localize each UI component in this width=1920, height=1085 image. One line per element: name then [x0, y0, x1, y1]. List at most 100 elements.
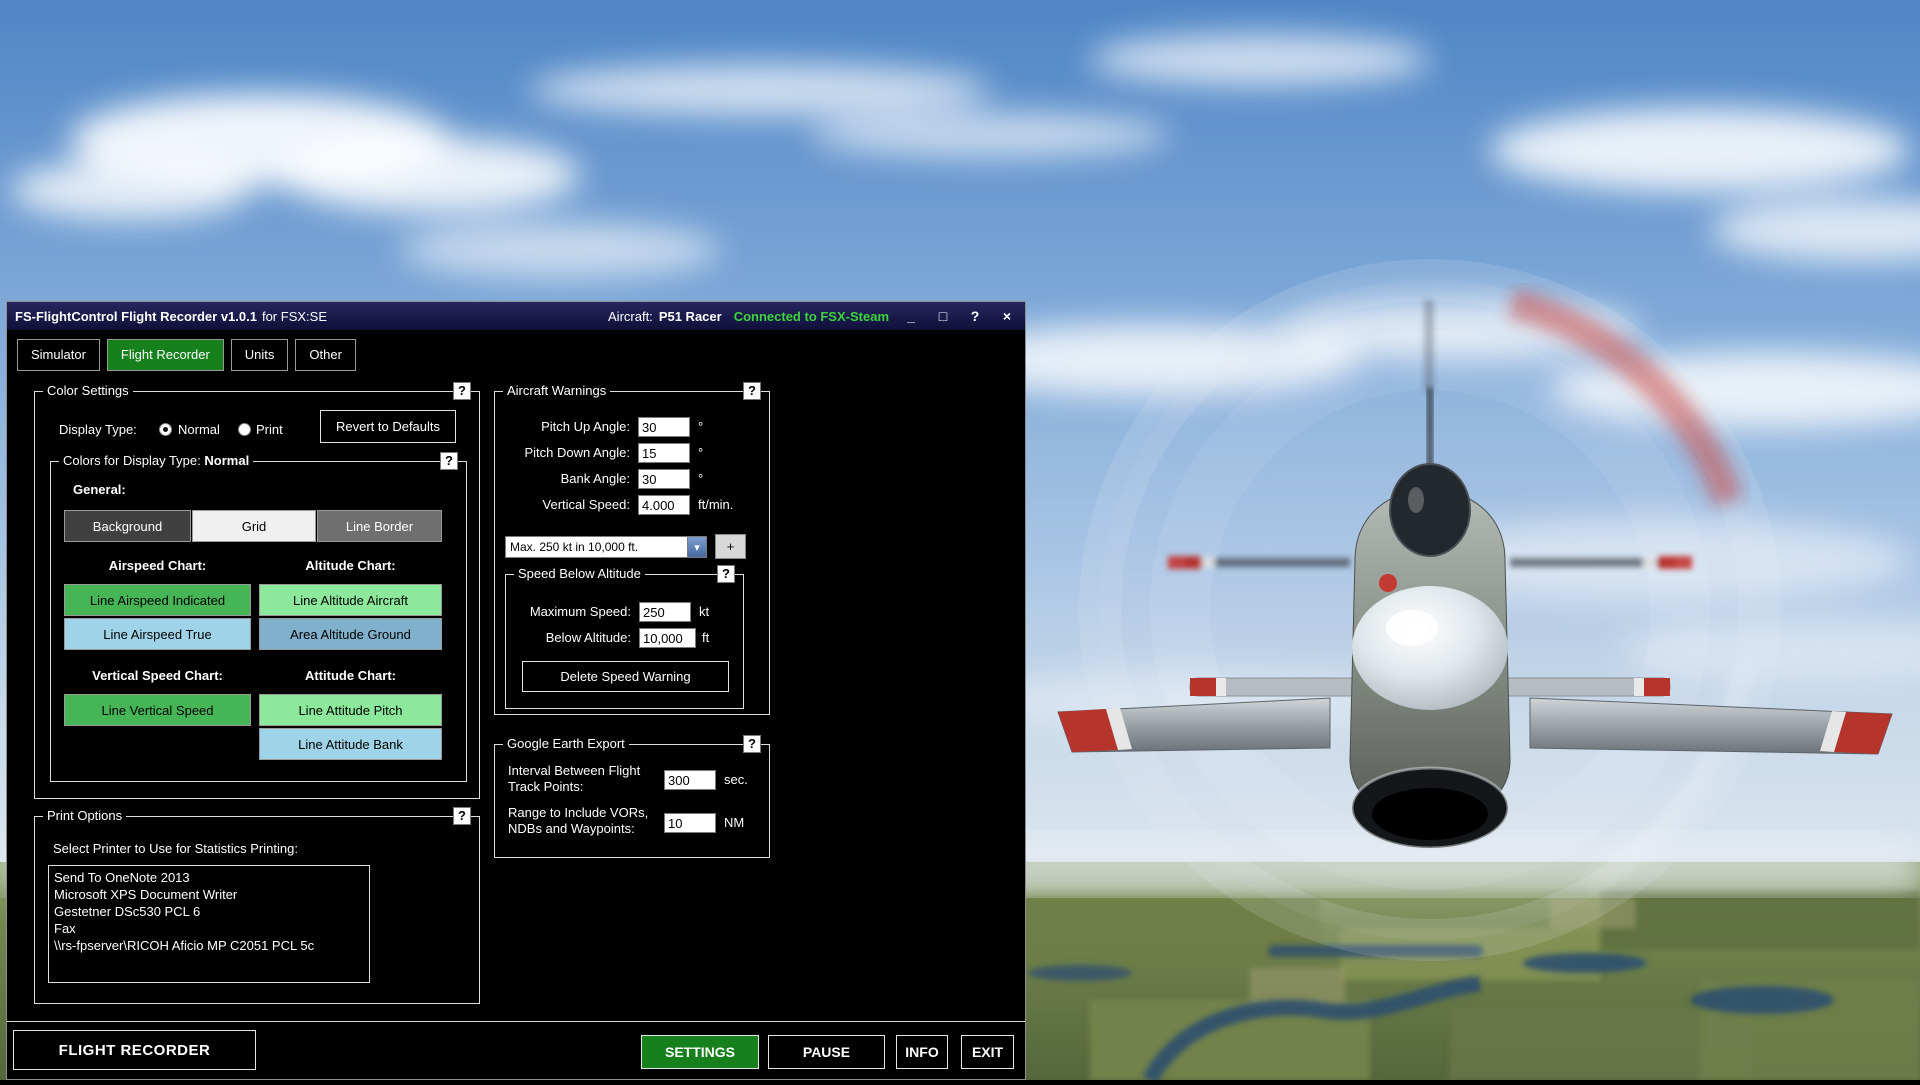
aircraft-warnings-help-icon[interactable]: ? [743, 382, 761, 400]
add-speed-warning-button[interactable]: + [715, 534, 746, 559]
speed-warning-select[interactable]: Max. 250 kt in 10,000 ft. ▾ [505, 536, 707, 558]
connection-status: Connected to FSX-Steam [733, 308, 889, 324]
radio-normal-label[interactable]: Normal [178, 422, 220, 437]
pitch-down-angle-unit: ° [698, 445, 704, 460]
aircraft-label: Aircraft: [608, 308, 653, 324]
color-area-altitude-ground-button[interactable]: Area Altitude Ground [259, 618, 442, 650]
aircraft-warnings-group: Aircraft Warnings ? Pitch Up Angle: ° Pi… [494, 382, 770, 715]
window-title: FS-FlightControl Flight Recorder v1.0.1 [15, 308, 257, 324]
flight-recorder-button[interactable]: FLIGHT RECORDER [13, 1030, 256, 1070]
pitch-down-angle-label: Pitch Down Angle: [524, 445, 630, 460]
exit-button[interactable]: EXIT [961, 1035, 1014, 1069]
titlebar-right: Aircraft: P51 Racer Connected to FSX-Ste… [608, 308, 1017, 324]
print-options-help-icon[interactable]: ? [453, 807, 471, 825]
color-settings-help-icon[interactable]: ? [453, 382, 471, 400]
flight-recorder-window: FS-FlightControl Flight Recorder v1.0.1 … [6, 301, 1026, 1080]
pitch-down-angle-input[interactable] [638, 443, 690, 463]
color-line-border-button[interactable]: Line Border [317, 510, 442, 542]
footer-bar: FLIGHT RECORDER SETTINGS PAUSE INFO EXIT [7, 1021, 1025, 1079]
pitch-up-angle-unit: ° [698, 419, 704, 434]
color-line-airspeed-true-button[interactable]: Line Airspeed True [64, 618, 251, 650]
titlebar: FS-FlightControl Flight Recorder v1.0.1 … [7, 302, 1025, 330]
printer-list-item[interactable]: Fax [54, 920, 364, 937]
vertical-speed-input[interactable] [638, 495, 690, 515]
attitude-chart-label: Attitude Chart: [305, 668, 396, 683]
print-options-title: Print Options [43, 808, 127, 823]
close-button[interactable]: × [997, 308, 1017, 324]
color-line-attitude-bank-button[interactable]: Line Attitude Bank [259, 728, 442, 760]
pitch-up-angle-label: Pitch Up Angle: [541, 419, 630, 434]
chevron-down-icon[interactable]: ▾ [687, 537, 706, 557]
airspeed-chart-label: Airspeed Chart: [108, 558, 207, 573]
printer-list-item[interactable]: Microsoft XPS Document Writer [54, 886, 364, 903]
color-line-airspeed-indicated-button[interactable]: Line Airspeed Indicated [64, 584, 251, 616]
pitch-up-angle-input[interactable] [638, 417, 690, 437]
interval-unit: sec. [724, 772, 748, 787]
delete-speed-warning-button[interactable]: Delete Speed Warning [522, 661, 729, 692]
color-line-vertical-speed-button[interactable]: Line Vertical Speed [64, 694, 251, 726]
printer-list-item[interactable]: Send To OneNote 2013 [54, 869, 364, 886]
interval-label: Interval Between Flight Track Points: [508, 763, 641, 794]
aircraft-value: P51 Racer [658, 308, 722, 324]
below-altitude-label: Below Altitude: [545, 630, 631, 645]
aircraft-warnings-title: Aircraft Warnings [503, 383, 611, 398]
maximum-speed-input[interactable] [639, 602, 691, 622]
below-altitude-input[interactable] [639, 628, 696, 648]
range-label: Range to Include VORs, NDBs and Waypoint… [508, 805, 649, 836]
colors-for-display-type-group: Colors for Display Type: Normal ? Genera… [50, 452, 467, 782]
speed-below-altitude-group: Speed Below Altitude ? Maximum Speed: kt… [505, 565, 744, 709]
pause-button[interactable]: PAUSE [768, 1035, 885, 1069]
speed-below-altitude-title: Speed Below Altitude [514, 566, 645, 581]
maximize-button[interactable]: □ [933, 308, 953, 324]
tabbar: Simulator Flight Recorder Units Other [17, 339, 356, 371]
tab-units[interactable]: Units [230, 339, 289, 371]
tab-other[interactable]: Other [295, 339, 356, 371]
colors-group-title-text: Colors for Display Type: [63, 453, 201, 468]
range-unit: NM [724, 815, 745, 830]
printer-list-item[interactable]: \\rs-fpserver\RICOH Aficio MP C2051 PCL … [54, 937, 364, 954]
maximum-speed-label: Maximum Speed: [529, 604, 631, 619]
settings-button[interactable]: SETTINGS [641, 1035, 759, 1069]
radio-print-label[interactable]: Print [256, 422, 283, 437]
altitude-chart-label: Altitude Chart: [305, 558, 396, 573]
revert-to-defaults-button[interactable]: Revert to Defaults [320, 410, 456, 443]
colors-for-display-type-title: Colors for Display Type: Normal [59, 453, 254, 468]
print-options-group: Print Options ? Select Printer to Use fo… [34, 807, 480, 1004]
range-input[interactable] [664, 813, 716, 833]
interval-input[interactable] [664, 770, 716, 790]
color-settings-title: Color Settings [43, 383, 133, 398]
colors-group-help-icon[interactable]: ? [440, 452, 458, 470]
google-earth-export-title: Google Earth Export [503, 736, 629, 751]
color-line-attitude-pitch-button[interactable]: Line Attitude Pitch [259, 694, 442, 726]
minimize-button[interactable]: _ [901, 308, 921, 324]
info-button[interactable]: INFO [896, 1035, 948, 1069]
color-line-altitude-aircraft-button[interactable]: Line Altitude Aircraft [259, 584, 442, 616]
color-settings-group: Color Settings ? Display Type: Normal Pr… [34, 382, 480, 799]
google-earth-export-group: Google Earth Export ? Interval Between F… [494, 735, 770, 858]
bank-angle-label: Bank Angle: [560, 471, 630, 486]
display-type-label: Display Type: [59, 422, 137, 437]
bank-angle-unit: ° [698, 471, 704, 486]
printer-list[interactable]: Send To OneNote 2013 Microsoft XPS Docum… [48, 865, 370, 983]
radio-display-normal[interactable] [159, 423, 172, 436]
speed-warning-select-value: Max. 250 kt in 10,000 ft. [510, 540, 639, 554]
tab-simulator[interactable]: Simulator [17, 339, 100, 371]
window-title-suffix: for FSX:SE [261, 308, 327, 324]
radio-display-print[interactable] [238, 423, 251, 436]
below-altitude-unit: ft [702, 630, 710, 645]
color-background-button[interactable]: Background [64, 510, 191, 542]
vertical-speed-chart-label: Vertical Speed Chart: [92, 668, 223, 683]
speed-below-altitude-help-icon[interactable]: ? [717, 565, 735, 583]
general-label: General: [73, 482, 126, 497]
bank-angle-input[interactable] [638, 469, 690, 489]
select-printer-label: Select Printer to Use for Statistics Pri… [53, 841, 298, 856]
color-grid-button[interactable]: Grid [192, 510, 316, 542]
maximum-speed-unit: kt [699, 604, 710, 619]
window-help-button[interactable]: ? [965, 308, 985, 324]
printer-list-item[interactable]: Gestetner DSc530 PCL 6 [54, 903, 364, 920]
colors-group-title-value: Normal [204, 453, 250, 468]
vertical-speed-unit: ft/min. [698, 497, 734, 512]
tab-flight-recorder[interactable]: Flight Recorder [106, 339, 224, 371]
google-earth-help-icon[interactable]: ? [743, 735, 761, 753]
vertical-speed-label: Vertical Speed: [542, 497, 630, 512]
